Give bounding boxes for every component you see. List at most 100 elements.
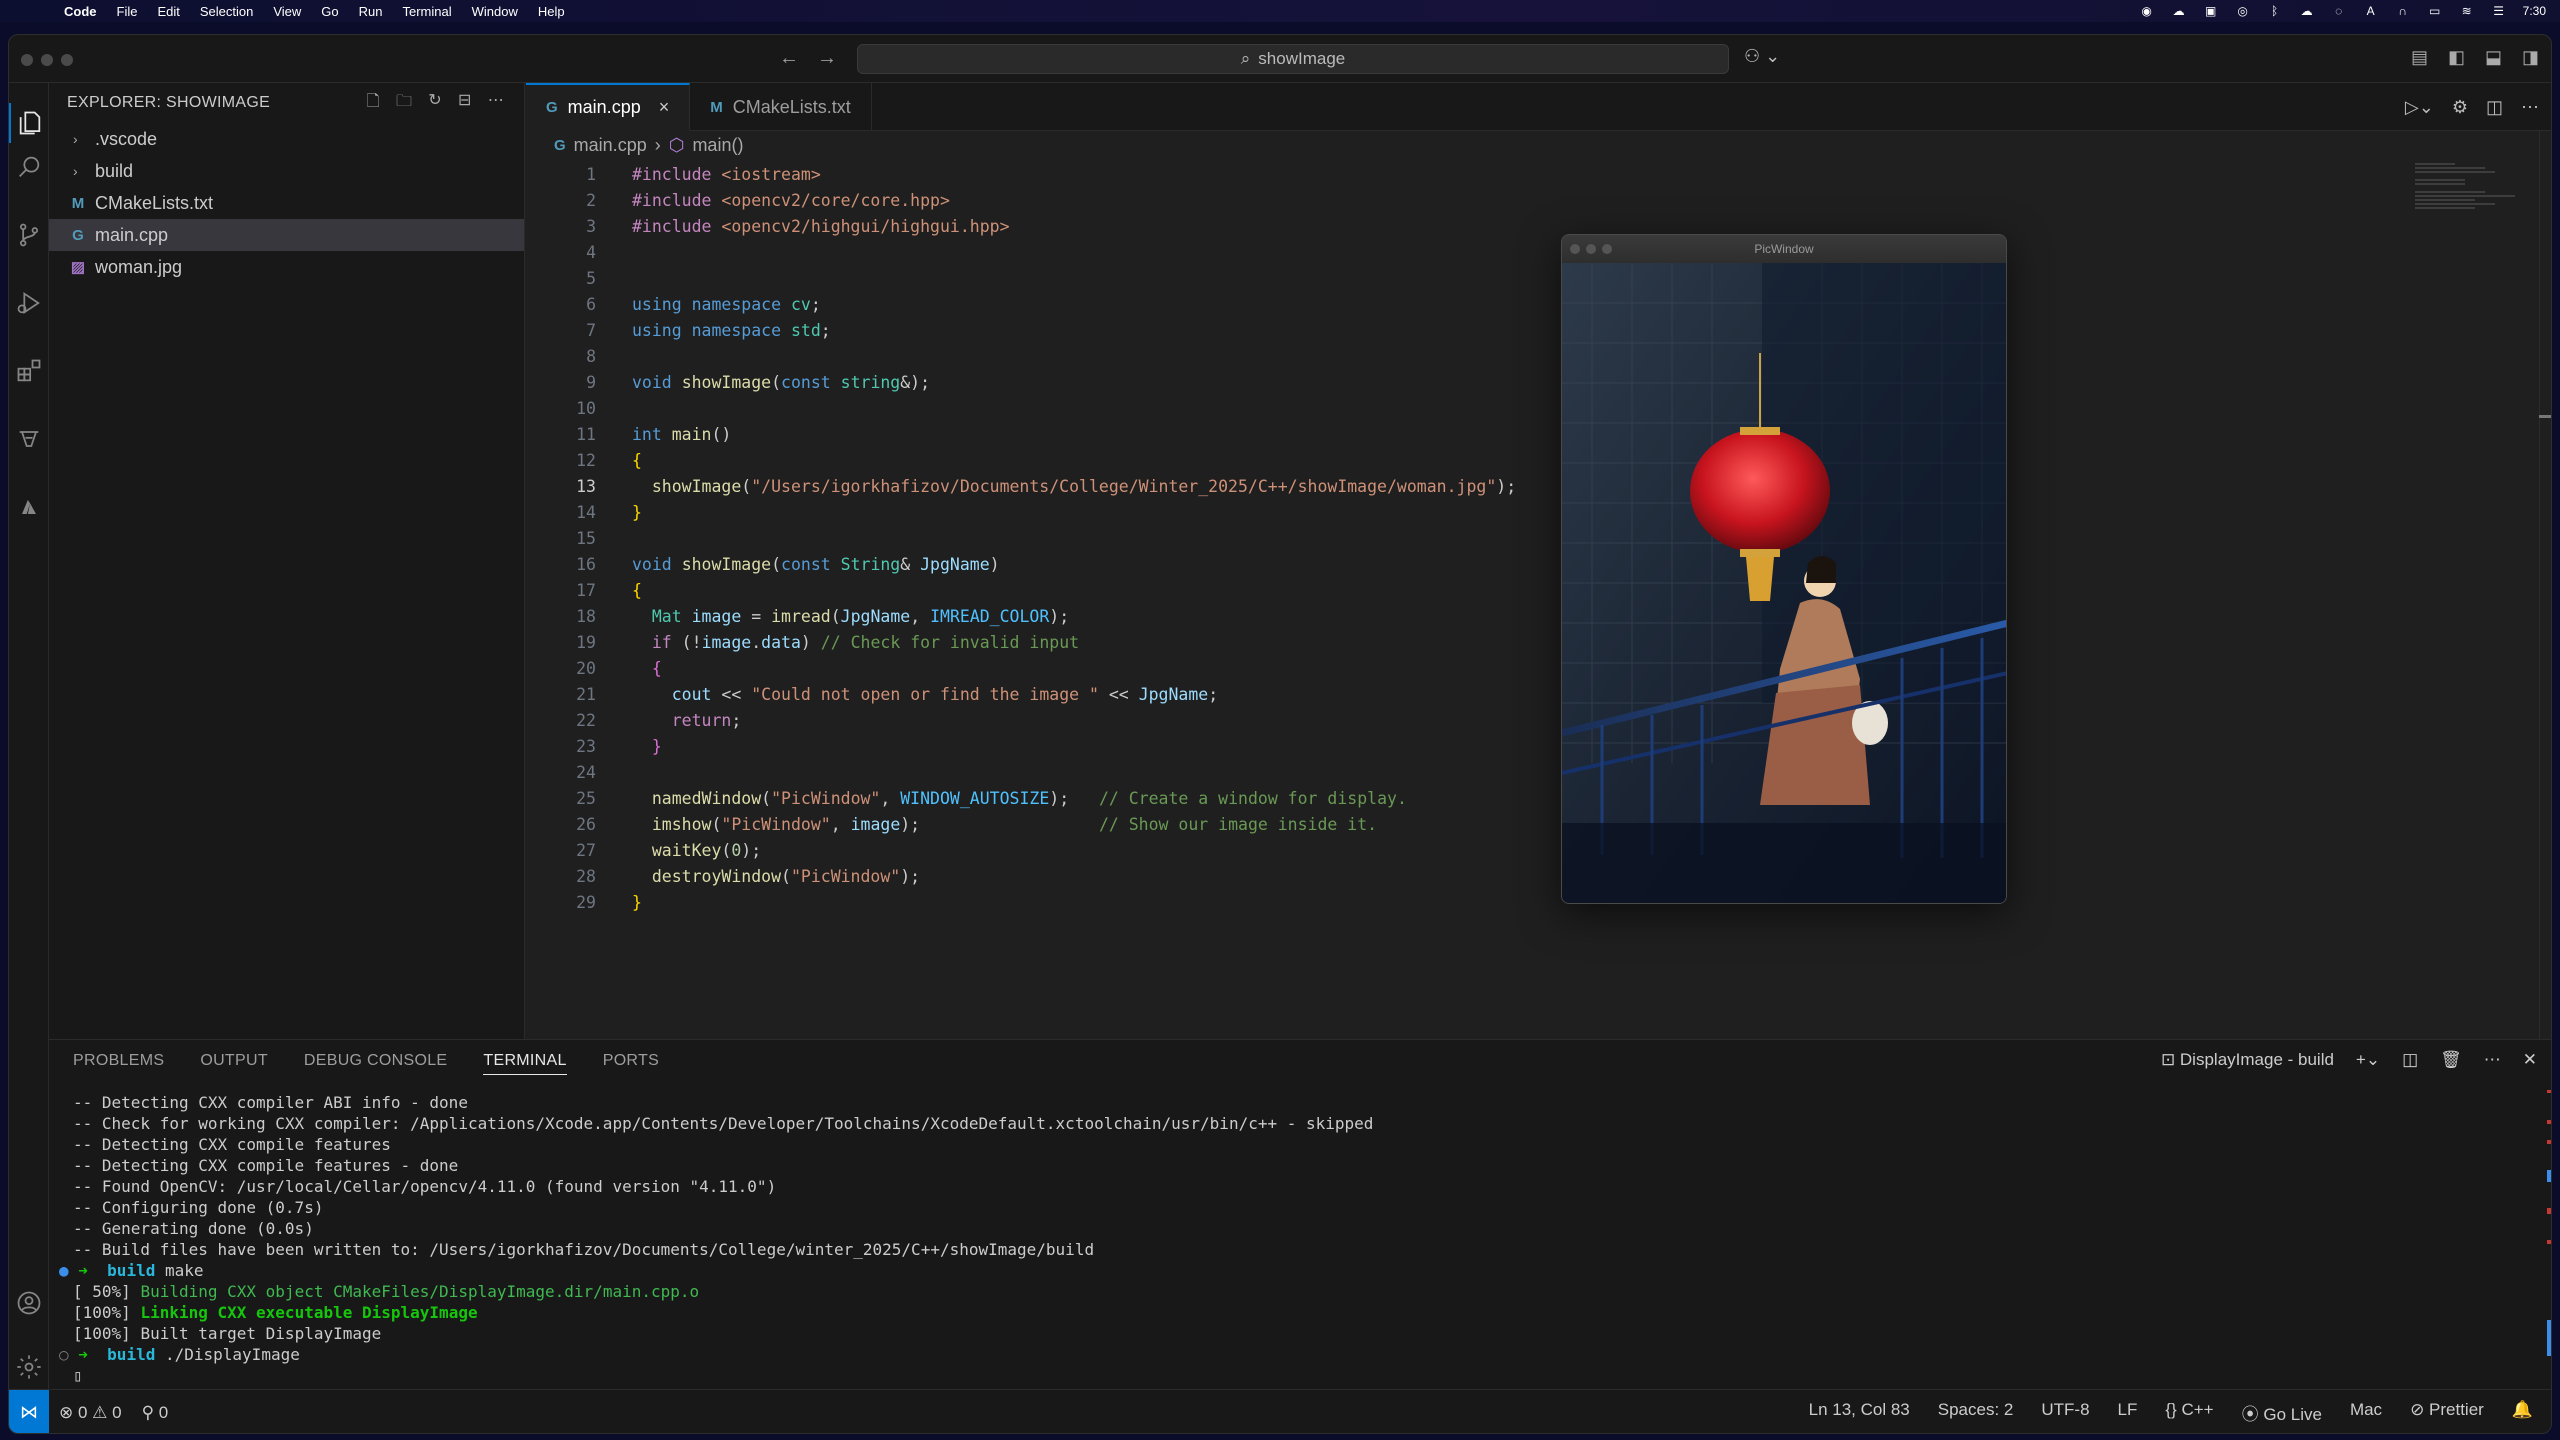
tree-folder-build[interactable]: › build: [49, 155, 524, 187]
customize-layout-icon[interactable]: ▤: [2411, 47, 2428, 68]
close-icon[interactable]: ✕: [2523, 1050, 2537, 1070]
tab-ports[interactable]: PORTS: [603, 1052, 659, 1070]
chrome-icon[interactable]: ◉: [2139, 4, 2155, 18]
tree-folder-vscode[interactable]: › .vscode: [49, 123, 524, 155]
terminal-selector[interactable]: ⊡ DisplayImage - build: [2161, 1050, 2334, 1070]
wifi-icon[interactable]: ≋: [2459, 4, 2475, 18]
code-line: 16 void showImage(const String& JpgName): [526, 551, 2426, 577]
tree-file-woman-jpg[interactable]: ▨ woman.jpg: [49, 251, 524, 283]
menubar-clock[interactable]: 7:30: [2523, 4, 2546, 18]
picwindow[interactable]: PicWindow: [1561, 234, 2007, 904]
input-source-icon[interactable]: A: [2363, 4, 2379, 18]
command-center-search[interactable]: ⌕ showImage: [857, 44, 1729, 74]
problems-status[interactable]: ⊗ 0 ⚠ 0: [49, 1403, 132, 1423]
account-icon[interactable]: [9, 1283, 49, 1323]
trash-icon[interactable]: 🗑: [2440, 1050, 2462, 1070]
run-icon[interactable]: ▷⌄: [2405, 97, 2434, 118]
platform[interactable]: Mac: [2340, 1400, 2392, 1425]
creative-cloud-icon[interactable]: ☁: [2171, 4, 2187, 18]
prettier-status[interactable]: ⊘ Prettier: [2400, 1400, 2494, 1425]
bluetooth-icon[interactable]: ᛒ: [2267, 4, 2283, 18]
arrow-right-icon[interactable]: →: [817, 47, 837, 70]
tab-problems[interactable]: PROBLEMS: [73, 1052, 164, 1070]
indentation[interactable]: Spaces: 2: [1928, 1400, 2024, 1425]
focus-icon[interactable]: ◌: [2331, 4, 2347, 18]
picwindow-close-button[interactable]: [1570, 244, 1580, 254]
split-terminal-icon[interactable]: ◫: [2402, 1050, 2418, 1070]
arrow-left-icon[interactable]: ←: [779, 47, 799, 70]
minimap[interactable]: [2415, 163, 2525, 223]
more-actions-icon[interactable]: ⋯: [2521, 97, 2539, 118]
icloud-icon[interactable]: ☁: [2299, 4, 2315, 18]
menu-file[interactable]: File: [107, 4, 148, 19]
zoom-window-button[interactable]: [61, 54, 73, 66]
new-file-icon[interactable]: 🗋: [367, 90, 380, 117]
menu-go[interactable]: Go: [311, 4, 348, 19]
extensions-icon[interactable]: [9, 351, 49, 391]
picwindow-titlebar[interactable]: PicWindow: [1562, 235, 2006, 263]
end-of-line[interactable]: LF: [2108, 1400, 2148, 1425]
vpn-icon[interactable]: ◎: [2235, 4, 2251, 18]
new-terminal-icon[interactable]: +⌄: [2356, 1050, 2380, 1070]
explorer-sidebar: EXPLORER: SHOWIMAGE 🗋 🗀 ↻ ⊟ ⋯ › .vscode …: [49, 83, 525, 1039]
editor-scrollbar[interactable]: [2539, 131, 2551, 1039]
go-live-button[interactable]: ⦿ Go Live: [2232, 1400, 2332, 1425]
more-actions-icon[interactable]: ⋯: [488, 90, 504, 117]
explorer-icon[interactable]: [9, 103, 49, 143]
encoding[interactable]: UTF-8: [2031, 1400, 2099, 1425]
terminal-output[interactable]: -- Detecting CXX compiler ABI info - don…: [59, 1092, 1373, 1386]
tab-main-cpp[interactable]: G main.cpp ×: [526, 83, 691, 131]
headphones-icon[interactable]: ∩: [2395, 4, 2411, 18]
ports-status[interactable]: ⚲ 0: [132, 1403, 179, 1423]
menu-run[interactable]: Run: [349, 4, 393, 19]
toggle-secondary-sidebar-icon[interactable]: ◨: [2522, 47, 2539, 68]
breadcrumb-symbol[interactable]: main(): [692, 135, 743, 156]
menu-edit[interactable]: Edit: [147, 4, 189, 19]
battery-icon[interactable]: ▭: [2427, 4, 2443, 18]
cmake-icon[interactable]: [9, 487, 49, 527]
line-number: 19: [576, 632, 596, 652]
bell-icon[interactable]: 🔔: [2502, 1400, 2543, 1425]
menu-terminal[interactable]: Terminal: [393, 4, 462, 19]
search-icon[interactable]: [9, 147, 49, 187]
tree-file-cmakelists[interactable]: M CMakeLists.txt: [49, 187, 524, 219]
menu-view[interactable]: View: [263, 4, 311, 19]
tab-debug-console[interactable]: DEBUG CONSOLE: [304, 1052, 448, 1070]
minimize-window-button[interactable]: [41, 54, 53, 66]
toggle-panel-icon[interactable]: ⬓: [2485, 47, 2502, 68]
breadcrumb-file[interactable]: main.cpp: [574, 135, 647, 156]
tab-output[interactable]: OUTPUT: [200, 1052, 268, 1070]
tree-file-main-cpp[interactable]: G main.cpp: [49, 219, 524, 251]
control-center-icon[interactable]: ☰: [2491, 4, 2507, 18]
more-actions-icon[interactable]: ⋯: [2484, 1050, 2501, 1070]
settings-gear-icon[interactable]: [9, 1347, 49, 1387]
copilot-icon[interactable]: ⚇ ⌄: [1744, 46, 1780, 67]
collapse-all-icon[interactable]: ⊟: [458, 90, 472, 117]
tab-terminal[interactable]: TERMINAL: [483, 1047, 567, 1075]
picwindow-minimize-button[interactable]: [1586, 244, 1596, 254]
image-file-icon: ▨: [70, 259, 86, 276]
close-window-button[interactable]: [21, 54, 33, 66]
check-icon: ⊘: [2410, 1400, 2430, 1419]
run-debug-icon[interactable]: [9, 283, 49, 323]
testing-icon[interactable]: [9, 419, 49, 459]
terminal-scrollbar[interactable]: [2539, 1090, 2551, 1380]
split-editor-icon[interactable]: ◫: [2486, 97, 2503, 118]
remote-window-icon[interactable]: ⋈: [9, 1389, 49, 1433]
menu-window[interactable]: Window: [462, 4, 528, 19]
close-icon[interactable]: ×: [659, 97, 670, 118]
code-editor[interactable]: 1 #include <iostream> 2 #include <opencv2/…: [526, 161, 2426, 915]
picwindow-zoom-button[interactable]: [1602, 244, 1612, 254]
settings-gear-icon[interactable]: ⚙: [2452, 97, 2468, 118]
refresh-icon[interactable]: ↻: [428, 90, 442, 117]
menu-help[interactable]: Help: [528, 4, 575, 19]
new-folder-icon[interactable]: 🗀: [396, 90, 412, 117]
source-control-icon[interactable]: [9, 215, 49, 255]
menu-app-code[interactable]: Code: [54, 4, 107, 19]
toggle-primary-sidebar-icon[interactable]: ◧: [2448, 47, 2465, 68]
notion-icon[interactable]: ▣: [2203, 4, 2219, 18]
menu-selection[interactable]: Selection: [190, 4, 263, 19]
tab-cmakelists[interactable]: M CMakeLists.txt: [690, 83, 872, 131]
language-mode[interactable]: {} C++: [2155, 1400, 2223, 1425]
cursor-position[interactable]: Ln 13, Col 83: [1799, 1400, 1920, 1425]
